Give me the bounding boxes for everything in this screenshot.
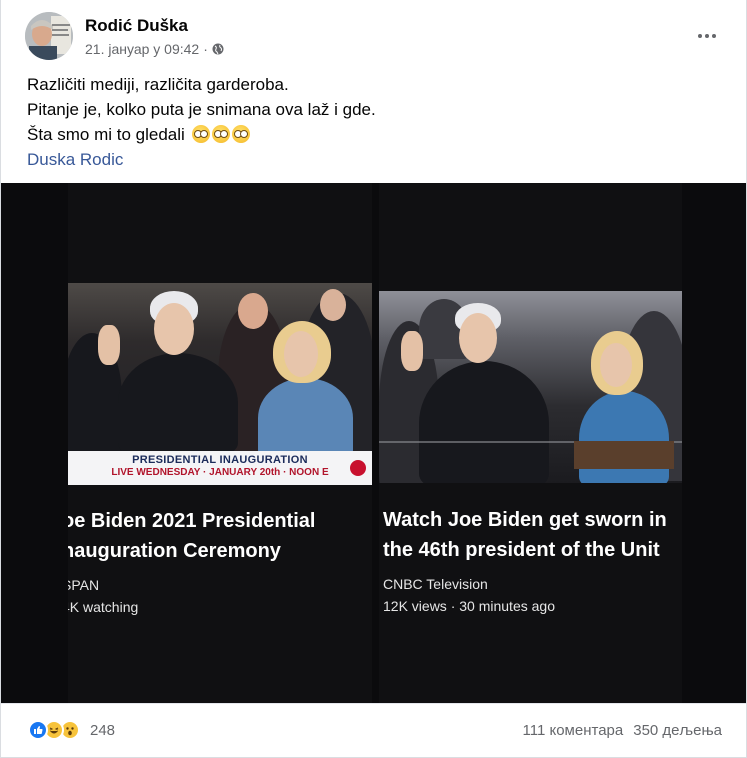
shares-count[interactable]: 350 дељења xyxy=(633,722,722,739)
reactions-summary[interactable]: 248 xyxy=(28,720,115,740)
dot-icon xyxy=(712,34,716,38)
live-broadcast-icon xyxy=(350,460,366,476)
post-photo[interactable]: PRESIDENTIAL INAUGURATION LIVE WEDNESDAY… xyxy=(1,183,746,703)
video-title-line: oe Biden 2021 Presidential xyxy=(68,510,316,532)
dizzy-face-emoji-icon xyxy=(191,125,210,143)
video-title-line: the 46th president of the Unit xyxy=(383,539,660,561)
dizzy-face-emoji-icon xyxy=(231,125,250,143)
globe-icon[interactable] xyxy=(212,43,224,55)
post-text-line: Pitanje je, kolko puta je snimana ova la… xyxy=(27,100,376,119)
author-tag-link[interactable]: Duska Rodic xyxy=(27,150,123,169)
dot-icon xyxy=(698,34,702,38)
video-views: 4K watching xyxy=(68,599,139,615)
post-header: Rodić Duška 21. јануар у 09:42 · xyxy=(25,12,725,62)
inauguration-scene-left xyxy=(68,283,372,451)
inauguration-banner: PRESIDENTIAL INAUGURATION LIVE WEDNESDAY… xyxy=(68,451,372,485)
meta-separator: · xyxy=(203,41,208,57)
video-views: 12K views · 30 minutes ago xyxy=(383,598,555,614)
banner-subtitle: LIVE WEDNESDAY · JANUARY 20th · NOON E xyxy=(111,467,329,478)
dot-icon xyxy=(705,34,709,38)
inauguration-scene-right xyxy=(379,291,682,483)
like-icon xyxy=(28,720,48,740)
right-video-screenshot: Watch Joe Biden get sworn in the 46th pr… xyxy=(379,183,682,703)
reaction-count[interactable]: 248 xyxy=(90,722,115,739)
comments-count[interactable]: 111 коментара xyxy=(523,722,624,739)
post-stats: 111 коментара 350 дељења xyxy=(523,722,722,739)
post-timestamp[interactable]: 21. јануар у 09:42 xyxy=(85,41,199,57)
facebook-post: Rodić Duška 21. јануар у 09:42 · Različi… xyxy=(0,0,747,758)
left-video-screenshot: PRESIDENTIAL INAUGURATION LIVE WEDNESDAY… xyxy=(68,183,372,703)
video-channel: CNBC Television xyxy=(383,576,488,592)
post-meta: 21. јануар у 09:42 · xyxy=(85,41,224,57)
left-video-caption: oe Biden 2021 Presidential nauguration C… xyxy=(68,506,366,618)
post-text-line: Različiti mediji, različita garderoba. xyxy=(27,75,289,94)
video-channel: SPAN xyxy=(68,577,100,593)
right-video-caption: Watch Joe Biden get sworn in the 46th pr… xyxy=(383,505,682,617)
more-options-button[interactable] xyxy=(689,22,725,50)
banner-title: PRESIDENTIAL INAUGURATION xyxy=(132,454,308,466)
post-footer: 248 111 коментара 350 дељења xyxy=(1,703,746,757)
post-text: Različiti mediji, različita garderoba. P… xyxy=(27,72,717,172)
video-title-line: nauguration Ceremony xyxy=(68,540,281,562)
video-title-line: Watch Joe Biden get sworn in xyxy=(383,509,667,531)
post-text-line-3: Šta smo mi to gledali xyxy=(27,122,717,147)
author-name[interactable]: Rodić Duška xyxy=(85,16,188,36)
avatar-image xyxy=(25,12,73,60)
post-text-line: Šta smo mi to gledali xyxy=(27,125,185,144)
dizzy-face-emoji-icon xyxy=(211,125,230,143)
avatar[interactable] xyxy=(25,12,73,60)
